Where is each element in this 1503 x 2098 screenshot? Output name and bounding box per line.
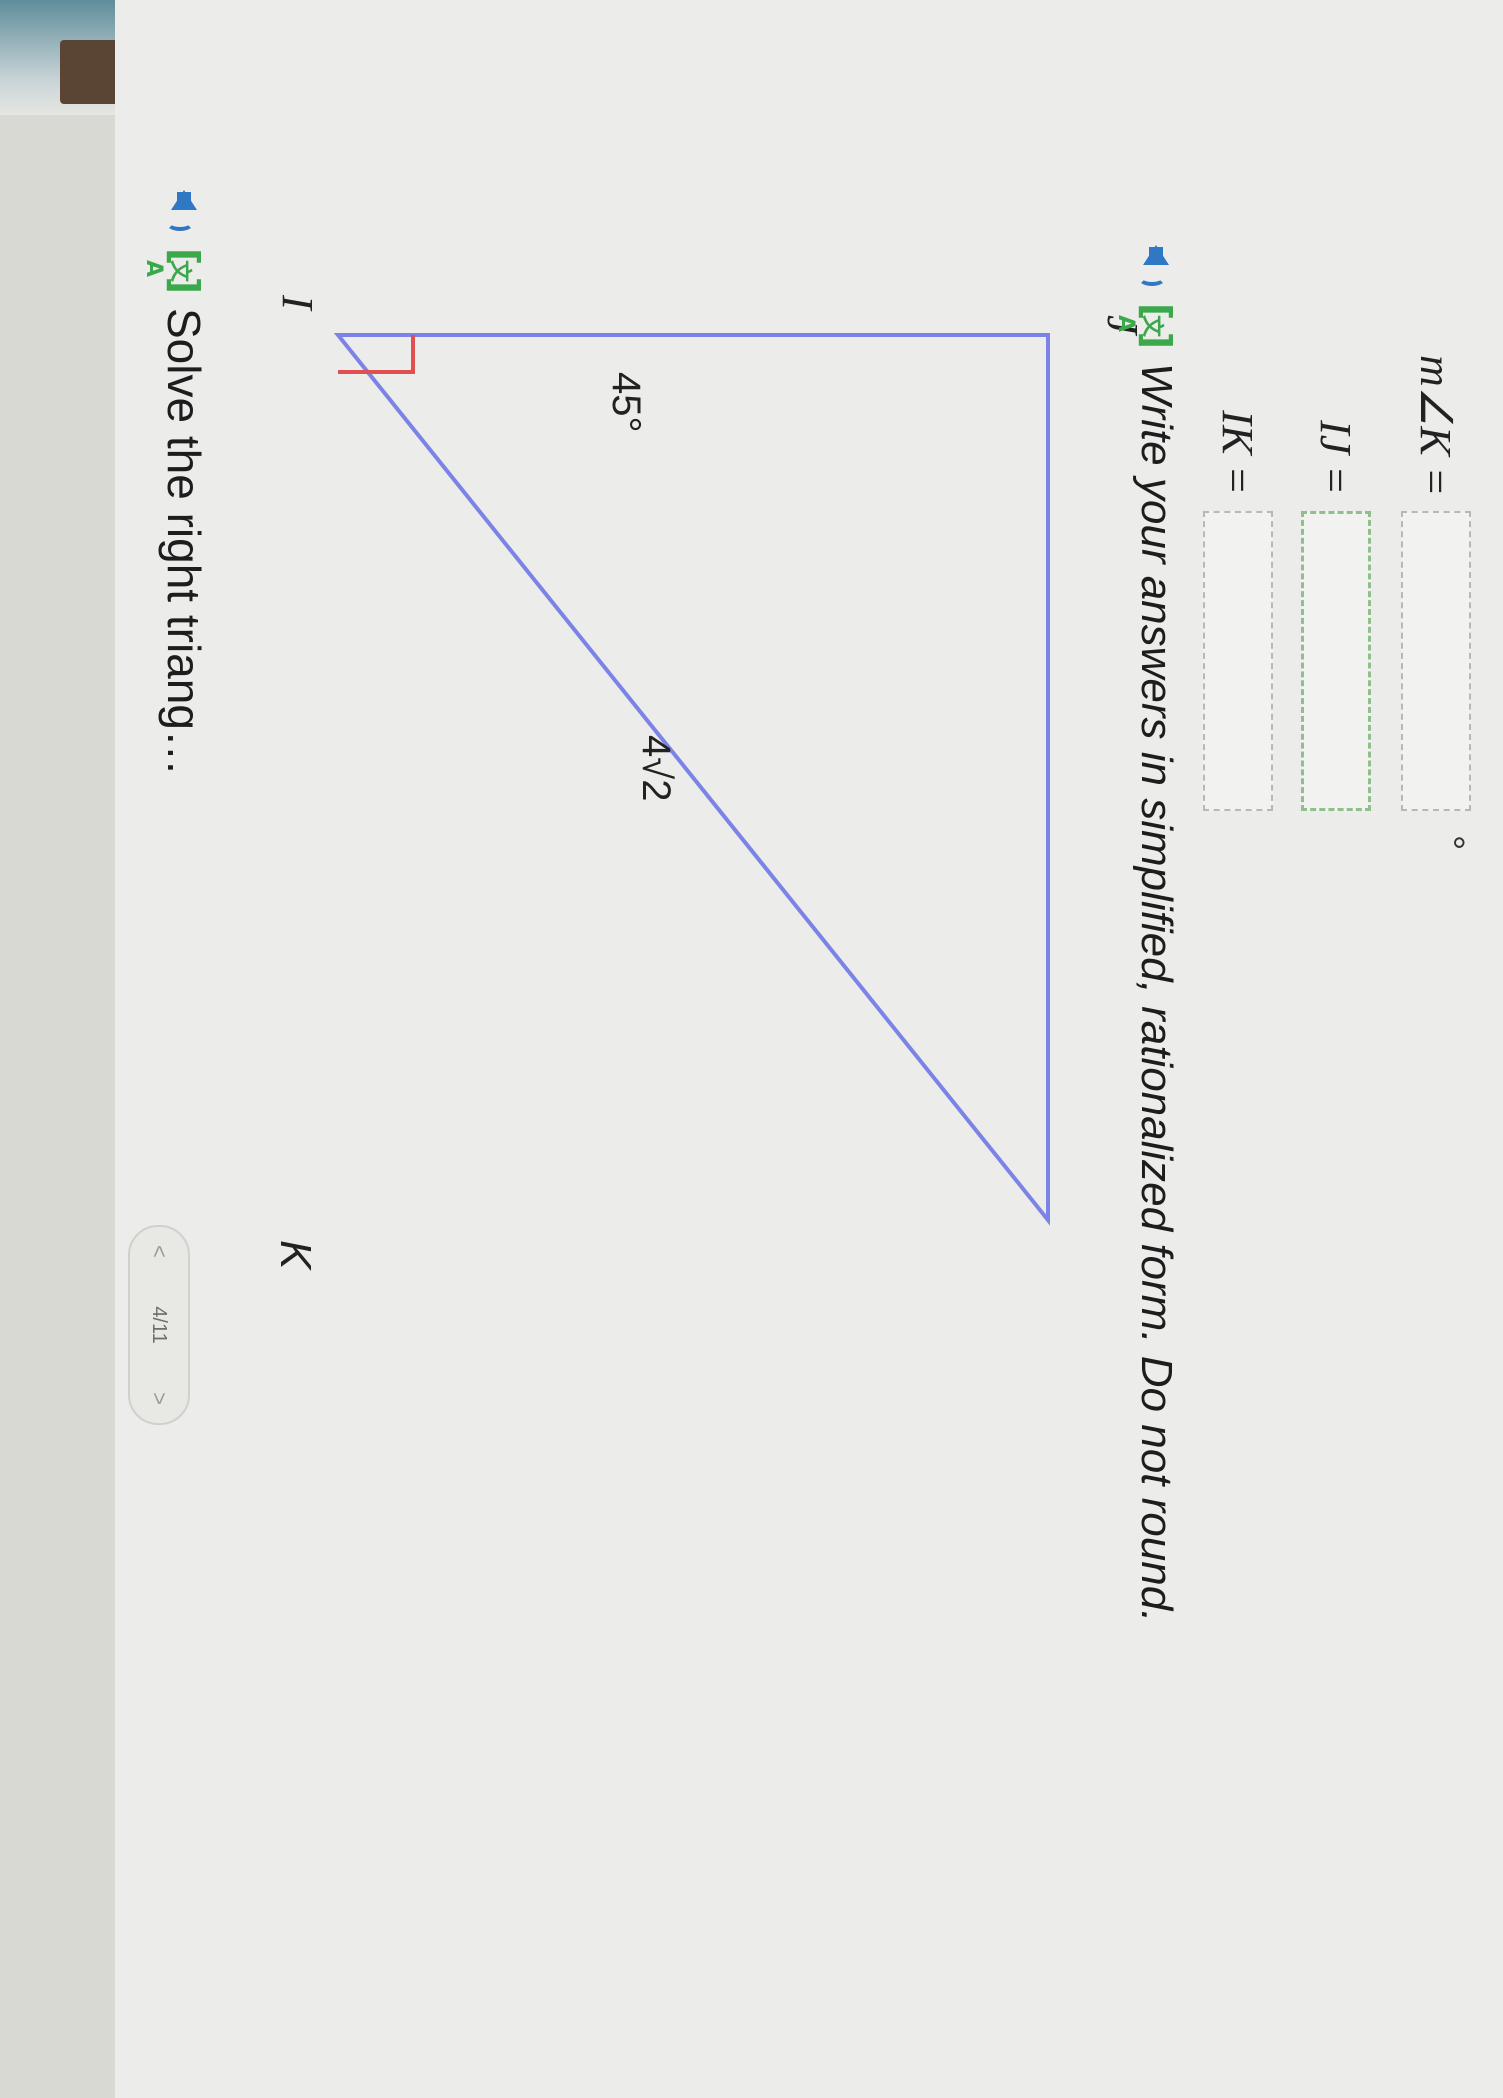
instructions-text: Write your answers in simplified, ration… xyxy=(1132,363,1181,1623)
mk-label: m∠K = xyxy=(1411,355,1461,497)
angle-j-label: 45° xyxy=(604,372,648,433)
ik-input[interactable] xyxy=(1203,511,1273,811)
rotated-page: [文A] Solve the right triang… < 4/11 > I … xyxy=(0,0,1503,2098)
instructions-row: [文A] Write your answers in simplified, r… xyxy=(1113,245,1181,1623)
triangle-diagram: I J K 45° 4√2 xyxy=(271,294,1147,1271)
degree-symbol: ° xyxy=(1429,835,1472,851)
right-angle-marker xyxy=(338,335,415,374)
answer-row-ik: IK = xyxy=(1203,355,1273,811)
ij-input[interactable] xyxy=(1301,511,1371,811)
ij-label: IJ = xyxy=(1311,420,1361,495)
vertex-label-k: K xyxy=(271,1240,320,1271)
translate-icon[interactable]: [文A] xyxy=(1113,303,1179,349)
answer-row-mk: m∠K = ° xyxy=(1401,355,1472,851)
ik-label: IK = xyxy=(1213,410,1263,495)
audio-icon[interactable] xyxy=(1136,245,1176,289)
vertex-label-i: I xyxy=(273,294,322,312)
answer-row-ij: IJ = xyxy=(1301,355,1371,811)
triangle-shape xyxy=(333,333,1050,1226)
mk-input[interactable] xyxy=(1401,511,1471,811)
question-page: [文A] Solve the right triang… < 4/11 > I … xyxy=(115,0,1503,2098)
hypotenuse-label: 4√2 xyxy=(634,735,678,801)
